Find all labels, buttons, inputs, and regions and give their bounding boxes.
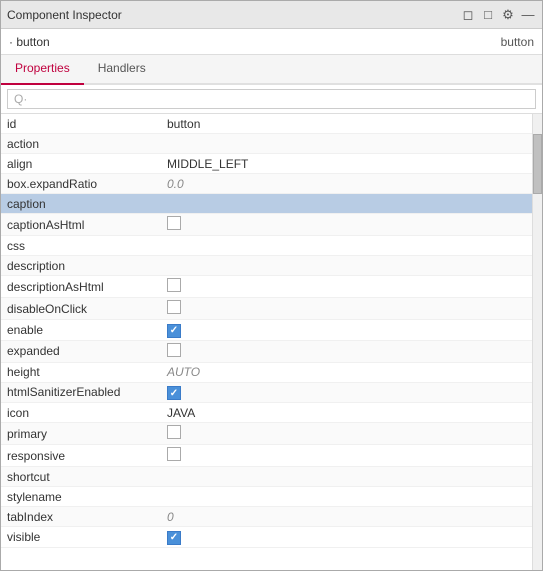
table-row[interactable]: stylename — [1, 487, 532, 507]
table-row[interactable]: tabIndex0 — [1, 507, 532, 527]
prop-value — [161, 202, 532, 206]
table-row[interactable]: disableOnClick — [1, 298, 532, 320]
checkbox-captionAsHtml[interactable] — [167, 216, 181, 230]
prop-value[interactable] — [161, 341, 532, 362]
prop-name: descriptionAsHtml — [1, 278, 161, 296]
prop-name: caption — [1, 195, 161, 213]
table-row[interactable]: descriptionAsHtml — [1, 276, 532, 298]
search-input[interactable] — [7, 89, 536, 109]
table-row[interactable]: responsive — [1, 445, 532, 467]
close-icon[interactable]: ― — [520, 7, 536, 23]
prop-name: disableOnClick — [1, 300, 161, 318]
prop-value — [161, 495, 532, 499]
prop-value — [161, 264, 532, 268]
prop-value[interactable] — [161, 527, 532, 547]
prop-value: button — [161, 115, 532, 133]
prop-name: icon — [1, 404, 161, 422]
tab-handlers[interactable]: Handlers — [84, 55, 160, 85]
checkbox-visible[interactable] — [167, 531, 181, 545]
prop-value[interactable] — [161, 445, 532, 466]
prop-value[interactable] — [161, 320, 532, 340]
prop-value[interactable] — [161, 276, 532, 297]
table-row[interactable]: primary — [1, 423, 532, 445]
prop-name: action — [1, 135, 161, 153]
table-row[interactable]: captionAsHtml — [1, 214, 532, 236]
window-title: Component Inspector — [7, 8, 460, 22]
component-inspector-window: Component Inspector ◻ □ ⚙ ― · button but… — [0, 0, 543, 571]
prop-value — [161, 142, 532, 146]
restore-icon[interactable]: ◻ — [460, 7, 476, 23]
prop-value[interactable] — [161, 298, 532, 319]
checkbox-responsive[interactable] — [167, 447, 181, 461]
tabs-bar: Properties Handlers — [1, 55, 542, 85]
prop-value: MIDDLE_LEFT — [161, 155, 532, 173]
prop-name: height — [1, 363, 161, 381]
checkbox-expanded[interactable] — [167, 343, 181, 357]
component-name: · button — [9, 35, 50, 49]
prop-value: 0 — [161, 508, 532, 526]
prop-name: primary — [1, 425, 161, 443]
table-row[interactable]: caption — [1, 194, 532, 214]
table-row[interactable]: enable — [1, 320, 532, 341]
prop-name: box.expandRatio — [1, 175, 161, 193]
prop-name: shortcut — [1, 468, 161, 486]
checkbox-htmlSanitizerEnabled[interactable] — [167, 386, 181, 400]
prop-name: tabIndex — [1, 508, 161, 526]
table-row[interactable]: shortcut — [1, 467, 532, 487]
prop-value: AUTO — [161, 363, 532, 381]
table-row[interactable]: visible — [1, 527, 532, 548]
component-type-bar: · button button — [1, 29, 542, 55]
table-row[interactable]: box.expandRatio0.0 — [1, 174, 532, 194]
maximize-icon[interactable]: □ — [480, 7, 496, 23]
prop-name: captionAsHtml — [1, 216, 161, 234]
table-row[interactable]: idbutton — [1, 114, 532, 134]
prop-name: align — [1, 155, 161, 173]
prop-name: htmlSanitizerEnabled — [1, 383, 161, 401]
settings-icon[interactable]: ⚙ — [500, 7, 516, 23]
table-row[interactable]: description — [1, 256, 532, 276]
prop-name: responsive — [1, 447, 161, 465]
table-row[interactable]: css — [1, 236, 532, 256]
title-bar: Component Inspector ◻ □ ⚙ ― — [1, 1, 542, 29]
prop-name: description — [1, 257, 161, 275]
scrollbar-track[interactable] — [532, 114, 542, 570]
prop-value — [161, 475, 532, 479]
component-type: button — [501, 35, 534, 49]
tab-properties[interactable]: Properties — [1, 55, 84, 85]
prop-value: 0.0 — [161, 175, 532, 193]
table-row[interactable]: action — [1, 134, 532, 154]
prop-name: enable — [1, 321, 161, 339]
prop-name: visible — [1, 528, 161, 546]
table-row[interactable]: htmlSanitizerEnabled — [1, 383, 532, 404]
checkbox-disableOnClick[interactable] — [167, 300, 181, 314]
prop-value[interactable] — [161, 423, 532, 444]
prop-name: id — [1, 115, 161, 133]
title-bar-buttons: ◻ □ ⚙ ― — [460, 7, 536, 23]
table-row[interactable]: alignMIDDLE_LEFT — [1, 154, 532, 174]
prop-name: expanded — [1, 342, 161, 360]
table-row[interactable]: iconJAVA — [1, 403, 532, 423]
search-bar — [1, 85, 542, 114]
properties-table: idbuttonactionalignMIDDLE_LEFTbox.expand… — [1, 114, 532, 570]
prop-name: stylename — [1, 488, 161, 506]
prop-value — [161, 244, 532, 248]
table-row[interactable]: heightAUTO — [1, 363, 532, 383]
checkbox-enable[interactable] — [167, 324, 181, 338]
prop-value: JAVA — [161, 404, 532, 422]
prop-value[interactable] — [161, 214, 532, 235]
prop-name: css — [1, 237, 161, 255]
checkbox-primary[interactable] — [167, 425, 181, 439]
prop-value[interactable] — [161, 383, 532, 403]
scrollbar-thumb[interactable] — [533, 134, 542, 194]
table-row[interactable]: expanded — [1, 341, 532, 363]
checkbox-descriptionAsHtml[interactable] — [167, 278, 181, 292]
properties-panel: idbuttonactionalignMIDDLE_LEFTbox.expand… — [1, 114, 542, 570]
